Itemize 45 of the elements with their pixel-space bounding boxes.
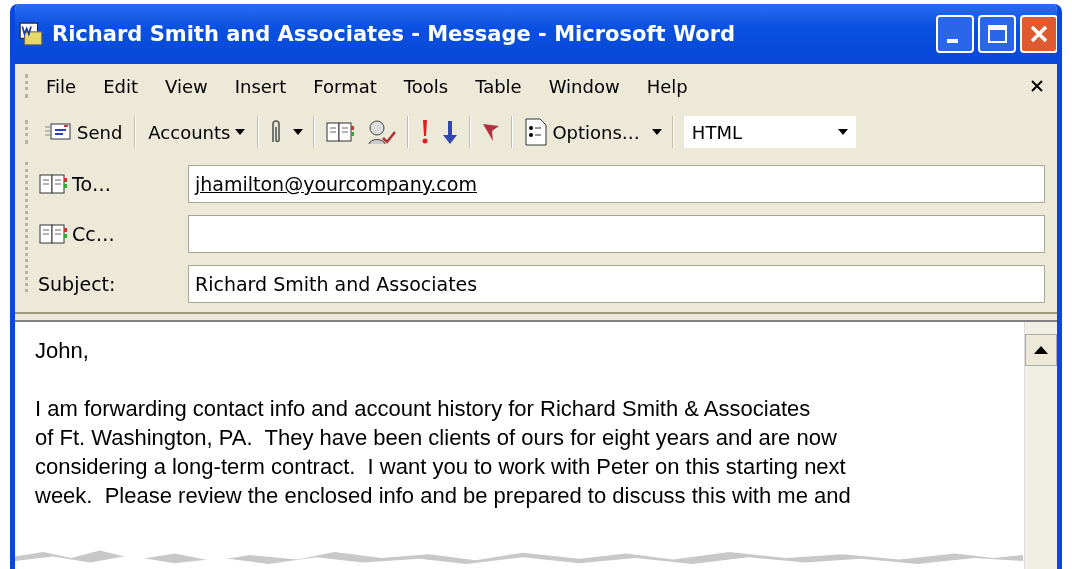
menu-item[interactable]: Edit (103, 75, 138, 97)
scroll-up-button[interactable] (1025, 334, 1057, 366)
envelope-icon (44, 121, 72, 143)
address-book-icon (38, 172, 68, 196)
minimize-icon (946, 39, 958, 43)
document-icon (18, 21, 44, 47)
check-names-icon[interactable] (365, 118, 398, 146)
format-dropdown[interactable]: HTML (683, 116, 856, 148)
close-icon[interactable] (1029, 78, 1045, 94)
body-text: of Ft. Washington, PA. They have been clients of ours for eight years and are now (35, 424, 838, 452)
maximize-button[interactable] (978, 15, 1016, 53)
options-icon (525, 118, 548, 146)
menu-item[interactable]: Format (313, 75, 377, 97)
caret-icon (235, 129, 246, 135)
menu-item[interactable]: Table (475, 75, 522, 97)
address-button[interactable]: To… (38, 172, 188, 196)
down-arrow-icon[interactable] (441, 119, 460, 145)
input-field[interactable]: Richard Smith and Associates (188, 265, 1045, 303)
address-book-icon (38, 222, 68, 246)
menu-item[interactable]: File (46, 75, 77, 97)
send-button[interactable]: Send (42, 119, 125, 145)
caret-icon (837, 129, 848, 135)
input-field[interactable]: jhamilton@yourcompany.com (188, 165, 1045, 203)
field-label: Subject: (38, 273, 117, 295)
scrollbar[interactable] (1024, 322, 1057, 569)
body-text: week. Please review the enclosed info and be prepared to discuss this with me and (35, 482, 852, 510)
body-text: considering a long-term contract. I want you to work with Peter on this starting next (35, 453, 847, 481)
address-button[interactable]: Cc… (38, 222, 188, 246)
options-button[interactable]: Options… (523, 116, 642, 148)
menu-item[interactable]: Window (548, 75, 620, 97)
accounts-button[interactable]: Accounts (146, 119, 248, 145)
caret-icon[interactable] (651, 129, 662, 135)
menu-item[interactable]: Insert (234, 75, 287, 97)
menu-item[interactable]: View (165, 75, 208, 97)
menu-item[interactable]: Tools (403, 75, 449, 97)
greeting-text: John, (35, 337, 90, 365)
caret-icon[interactable] (293, 129, 304, 135)
close-button[interactable] (1020, 15, 1057, 53)
body-text: I am forwarding contact info and account history for Richard Smith & Associates (35, 395, 812, 423)
up-arrow-icon (1034, 346, 1048, 354)
input-field[interactable] (188, 215, 1045, 253)
window-title: Richard Smith and Associates - Message - Microsoft Word (52, 22, 737, 46)
address-book-icon[interactable] (325, 120, 356, 144)
menu-item[interactable]: Help (646, 75, 688, 97)
minimize-button[interactable] (936, 15, 974, 53)
